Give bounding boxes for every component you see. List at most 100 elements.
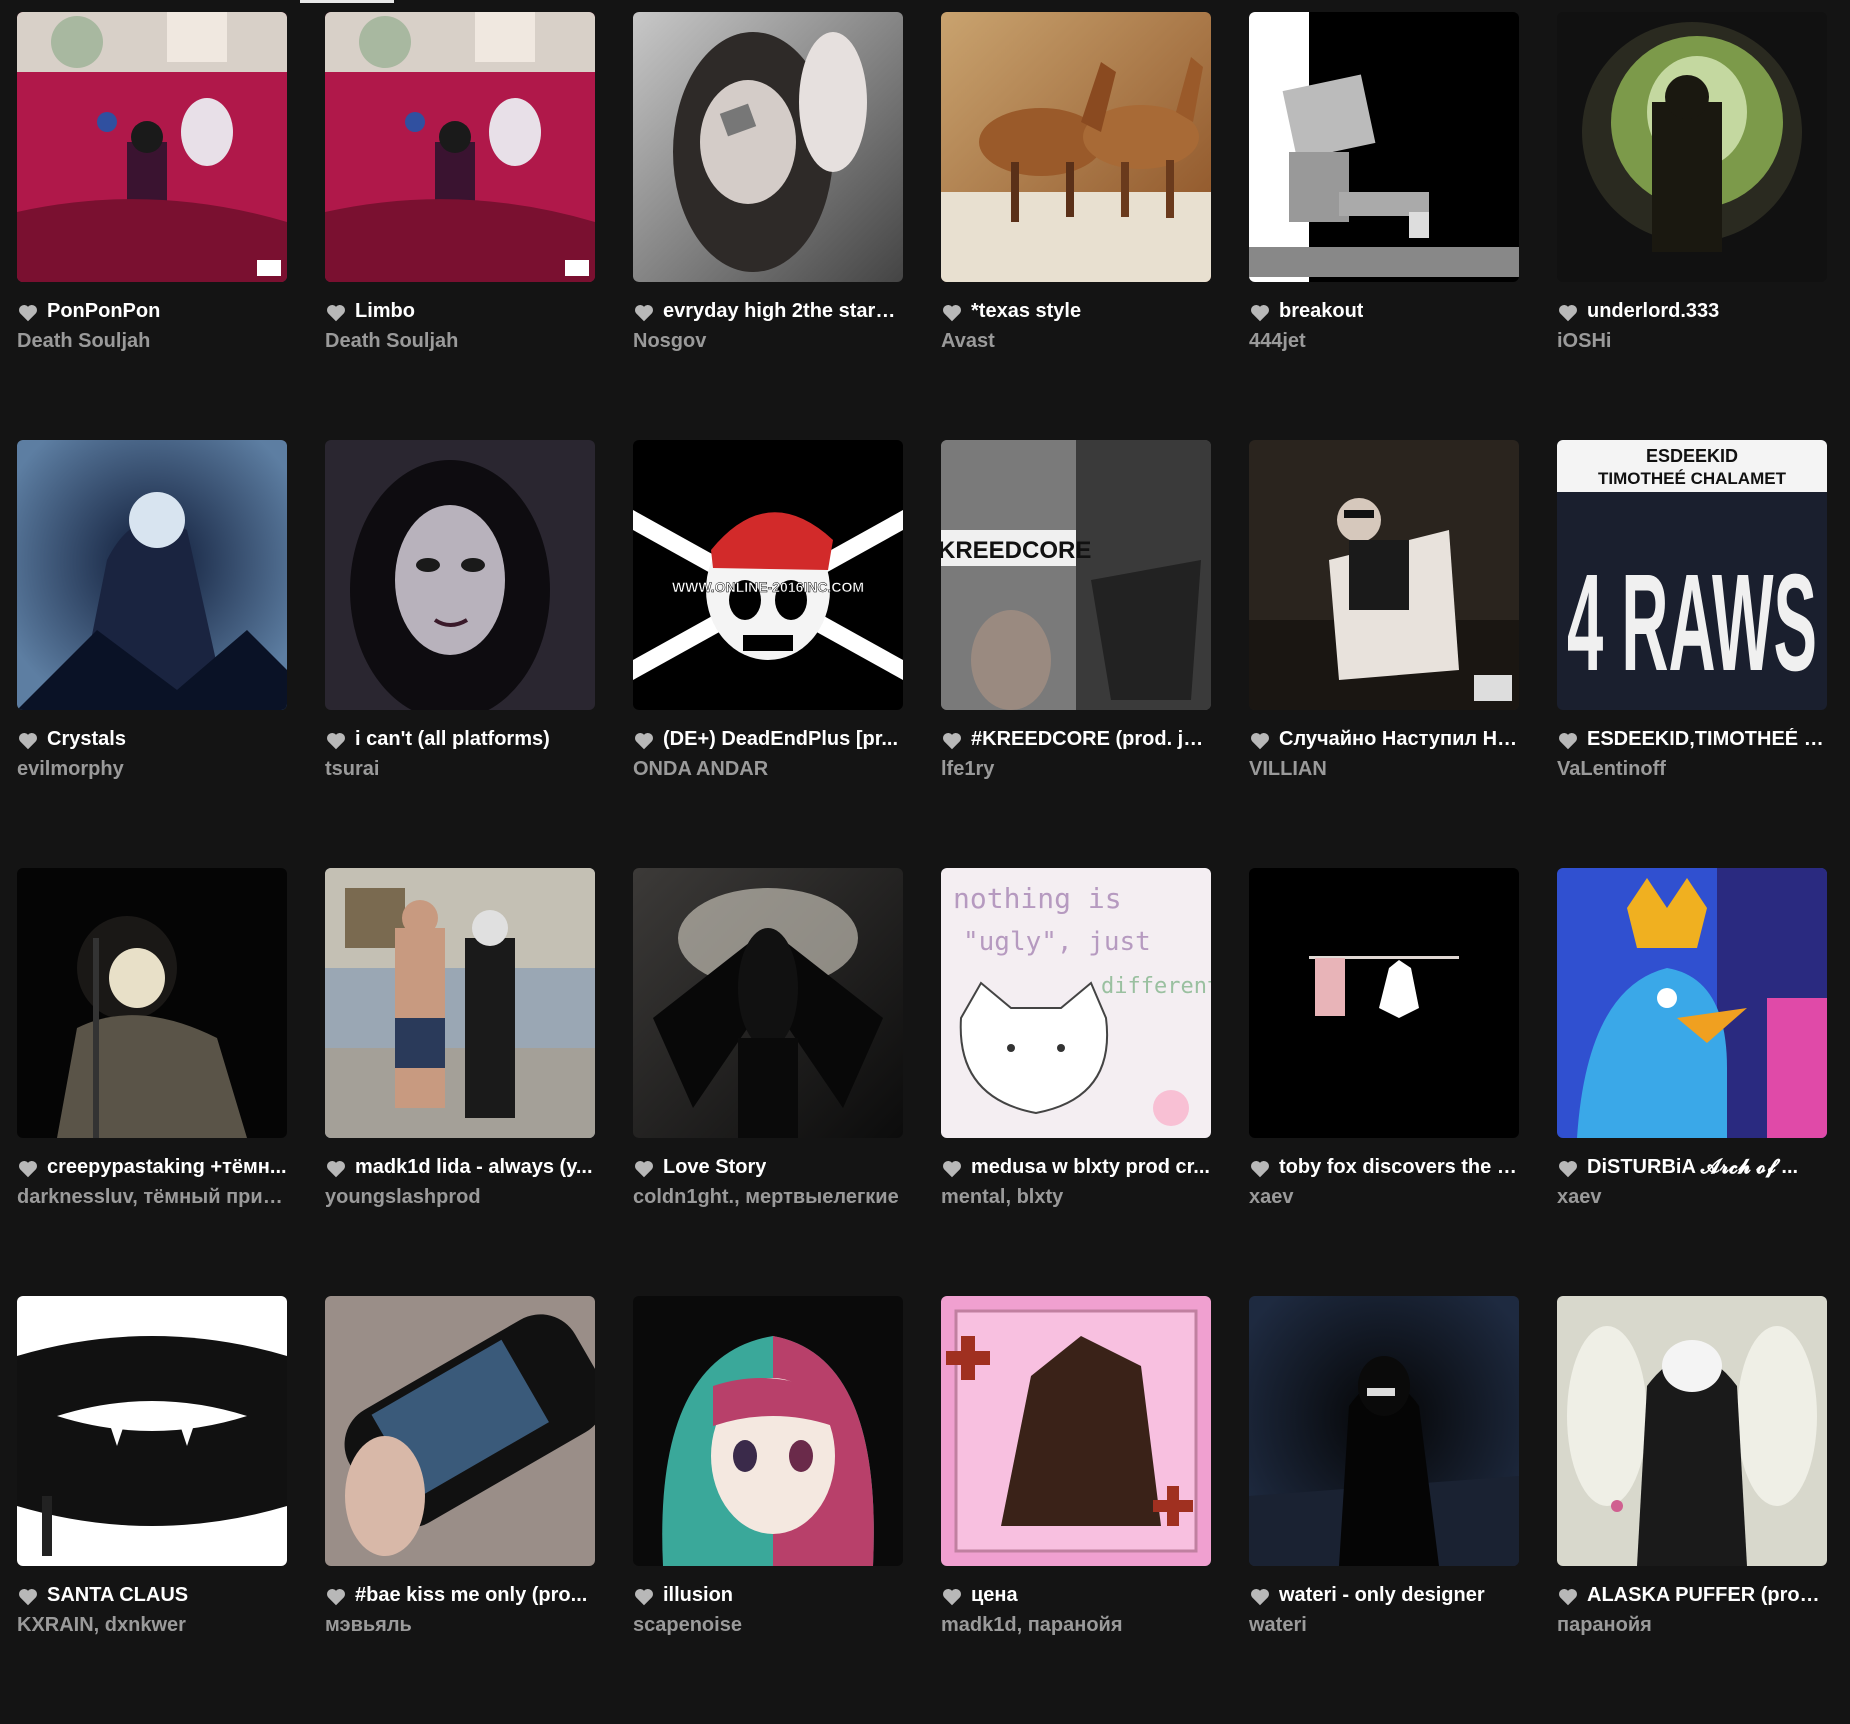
track-artists[interactable]: Death Souljah: [17, 330, 287, 353]
track-title[interactable]: Случайно Наступил На...: [1279, 728, 1519, 751]
track-artists[interactable]: mental, blxty: [941, 1186, 1211, 1209]
cover-art[interactable]: [633, 12, 903, 282]
track-card[interactable]: i can't (all platforms) tsurai: [325, 440, 595, 868]
heart-icon[interactable]: [633, 1158, 655, 1180]
track-card[interactable]: Случайно Наступил На... VILLIAN: [1249, 440, 1519, 868]
track-card[interactable]: evryday high 2the stars... Nosgov: [633, 12, 903, 440]
heart-icon[interactable]: [941, 302, 963, 324]
track-title[interactable]: breakout: [1279, 300, 1363, 323]
heart-icon[interactable]: [941, 1158, 963, 1180]
track-card[interactable]: #bae kiss me only (pro... мэвьяль: [325, 1296, 595, 1724]
track-title[interactable]: DiSTURBiA 𝓐𝓻𝓬𝓱 𝓸𝓯 ...: [1587, 1156, 1798, 1179]
track-title[interactable]: #KREEDCORE (prod. je...: [971, 728, 1211, 751]
heart-icon[interactable]: [17, 730, 39, 752]
track-artists[interactable]: darknessluv, тёмный принц: [17, 1186, 287, 1209]
track-artists[interactable]: мэвьяль: [325, 1614, 595, 1637]
track-title[interactable]: Love Story: [663, 1156, 766, 1179]
track-artists[interactable]: xaev: [1557, 1186, 1827, 1209]
cover-art[interactable]: [1249, 1296, 1519, 1566]
cover-art[interactable]: [941, 1296, 1211, 1566]
heart-icon[interactable]: [325, 302, 347, 324]
track-title[interactable]: ALASKA PUFFER (prod...: [1587, 1584, 1827, 1607]
track-title[interactable]: medusa w blxty prod cr...: [971, 1156, 1210, 1179]
track-title[interactable]: madk1d lida - always (y...: [355, 1156, 593, 1179]
track-card[interactable]: WWW.ONLINE-2016INC.COM (DE+) DeadEndPlus…: [633, 440, 903, 868]
track-card[interactable]: wateri - only designer wateri: [1249, 1296, 1519, 1724]
heart-icon[interactable]: [1557, 730, 1579, 752]
cover-art[interactable]: [17, 12, 287, 282]
track-card[interactable]: PonPonPon Death Souljah: [17, 12, 287, 440]
heart-icon[interactable]: [17, 1586, 39, 1608]
track-artists[interactable]: паранойя: [1557, 1614, 1827, 1637]
heart-icon[interactable]: [633, 302, 655, 324]
track-artists[interactable]: madk1d, паранойя: [941, 1614, 1211, 1637]
track-card[interactable]: toby fox discovers the h... xaev: [1249, 868, 1519, 1296]
track-card[interactable]: *texas style Avast: [941, 12, 1211, 440]
cover-art[interactable]: [633, 1296, 903, 1566]
track-card[interactable]: ALASKA PUFFER (prod... паранойя: [1557, 1296, 1827, 1724]
track-card[interactable]: underlord.333 iOSHi: [1557, 12, 1827, 440]
cover-art[interactable]: nothing is "ugly", just different: [941, 868, 1211, 1138]
cover-art[interactable]: [633, 868, 903, 1138]
track-title[interactable]: *texas style: [971, 300, 1081, 323]
track-title[interactable]: цена: [971, 1584, 1018, 1607]
track-title[interactable]: Limbo: [355, 300, 415, 323]
track-card[interactable]: цена madk1d, паранойя: [941, 1296, 1211, 1724]
heart-icon[interactable]: [1249, 1586, 1271, 1608]
cover-art[interactable]: [1249, 12, 1519, 282]
track-card[interactable]: madk1d lida - always (y... youngslashpro…: [325, 868, 595, 1296]
track-artists[interactable]: VILLIAN: [1249, 758, 1519, 781]
heart-icon[interactable]: [941, 730, 963, 752]
track-artists[interactable]: tsurai: [325, 758, 595, 781]
cover-art[interactable]: [1557, 868, 1827, 1138]
track-title[interactable]: evryday high 2the stars...: [663, 300, 903, 323]
track-title[interactable]: i can't (all platforms): [355, 728, 550, 751]
track-card[interactable]: #KREEDCORE #KREEDCORE (prod. je... lfe1r…: [941, 440, 1211, 868]
cover-art[interactable]: [17, 868, 287, 1138]
track-artists[interactable]: wateri: [1249, 1614, 1519, 1637]
cover-art[interactable]: [325, 868, 595, 1138]
track-card[interactable]: Limbo Death Souljah: [325, 12, 595, 440]
heart-icon[interactable]: [1557, 1158, 1579, 1180]
heart-icon[interactable]: [325, 730, 347, 752]
track-title[interactable]: ESDEEKID,TIMOTHEÉ C...: [1587, 728, 1827, 751]
track-card[interactable]: Crystals evilmorphy: [17, 440, 287, 868]
track-artists[interactable]: evilmorphy: [17, 758, 287, 781]
track-artists[interactable]: Nosgov: [633, 330, 903, 353]
track-artists[interactable]: 444jet: [1249, 330, 1519, 353]
track-title[interactable]: SANTA CLAUS: [47, 1584, 188, 1607]
heart-icon[interactable]: [1557, 302, 1579, 324]
track-artists[interactable]: lfe1ry: [941, 758, 1211, 781]
track-title[interactable]: toby fox discovers the h...: [1279, 1156, 1519, 1179]
heart-icon[interactable]: [1557, 1586, 1579, 1608]
track-artists[interactable]: Death Souljah: [325, 330, 595, 353]
track-card[interactable]: breakout 444jet: [1249, 12, 1519, 440]
heart-icon[interactable]: [1249, 1158, 1271, 1180]
cover-art[interactable]: ESDEEKID TIMOTHEÉ CHALAMET 4 RAWS: [1557, 440, 1827, 710]
cover-art[interactable]: [941, 12, 1211, 282]
track-title[interactable]: underlord.333: [1587, 300, 1719, 323]
cover-art[interactable]: [1557, 12, 1827, 282]
track-artists[interactable]: xaev: [1249, 1186, 1519, 1209]
track-artists[interactable]: coldn1ght., мертвыелегкие: [633, 1186, 903, 1209]
track-artists[interactable]: ONDA ANDAR: [633, 758, 903, 781]
heart-icon[interactable]: [941, 1586, 963, 1608]
track-card[interactable]: SANTA CLAUS KXRAIN, dxnkwer: [17, 1296, 287, 1724]
heart-icon[interactable]: [1249, 730, 1271, 752]
heart-icon[interactable]: [633, 730, 655, 752]
track-title[interactable]: Crystals: [47, 728, 126, 751]
track-title[interactable]: #bae kiss me only (pro...: [355, 1584, 587, 1607]
cover-art[interactable]: [1557, 1296, 1827, 1566]
cover-art[interactable]: [325, 1296, 595, 1566]
heart-icon[interactable]: [17, 302, 39, 324]
track-card[interactable]: illusion scapenoise: [633, 1296, 903, 1724]
cover-art[interactable]: [325, 440, 595, 710]
cover-art[interactable]: [17, 440, 287, 710]
track-title[interactable]: creepypastaking +тёмн...: [47, 1156, 287, 1179]
track-card[interactable]: Love Story coldn1ght., мертвыелегкие: [633, 868, 903, 1296]
track-card[interactable]: DiSTURBiA 𝓐𝓻𝓬𝓱 𝓸𝓯 ... xaev: [1557, 868, 1827, 1296]
cover-art[interactable]: WWW.ONLINE-2016INC.COM: [633, 440, 903, 710]
track-title[interactable]: PonPonPon: [47, 300, 160, 323]
track-title[interactable]: (DE+) DeadEndPlus [pr...: [663, 728, 898, 751]
track-title[interactable]: wateri - only designer: [1279, 1584, 1485, 1607]
